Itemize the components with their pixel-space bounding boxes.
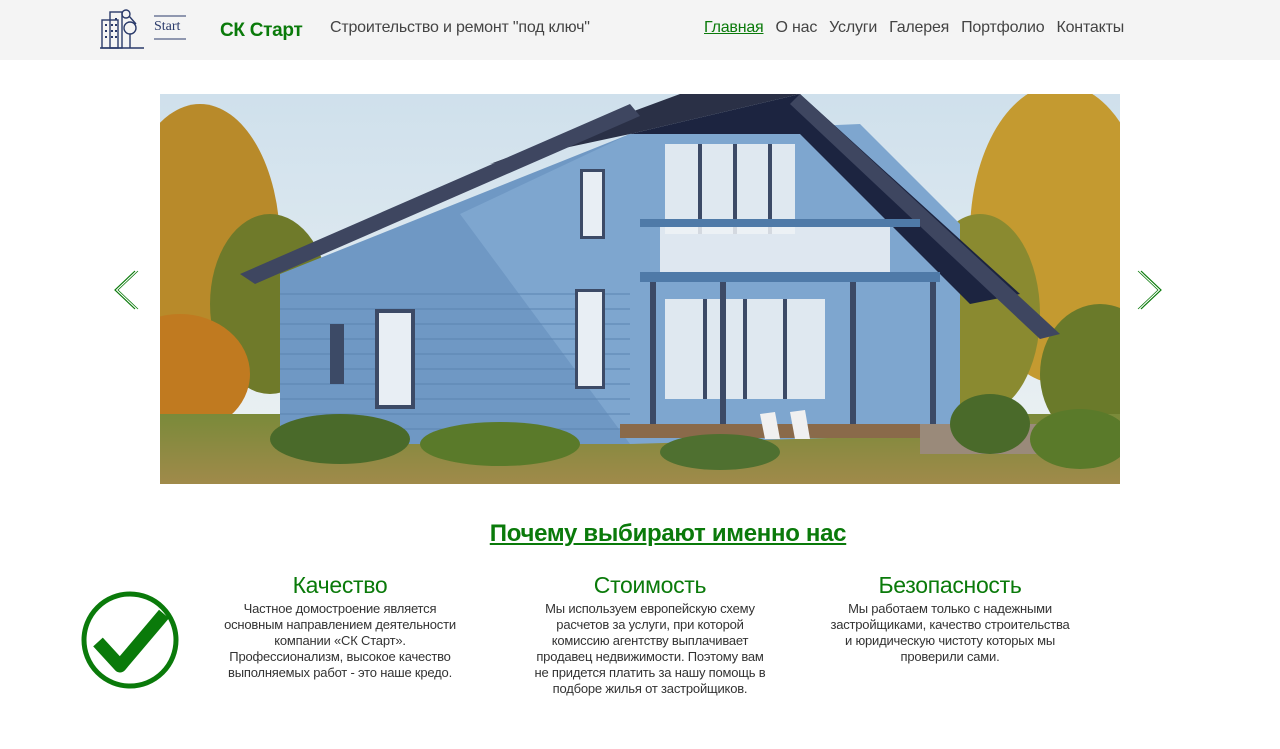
feature-title: Стоимость bbox=[593, 572, 707, 598]
logo[interactable]: Start bbox=[100, 6, 190, 52]
feature-cost: Стоимость Мы используем европейскую схем… bbox=[530, 572, 770, 697]
nav-item-services[interactable]: Услуги bbox=[829, 19, 877, 37]
nav-item-gallery[interactable]: Галерея bbox=[889, 19, 949, 37]
nav-item-portfolio[interactable]: Портфолио bbox=[961, 19, 1045, 37]
chevron-left-icon[interactable] bbox=[113, 270, 139, 310]
feature-title: Качество bbox=[292, 572, 388, 598]
hero-slider[interactable] bbox=[160, 94, 1120, 484]
feature-quality: Качество Частное домостроение является о… bbox=[220, 572, 460, 681]
brand-name[interactable]: СК Старт bbox=[220, 20, 303, 42]
feature-title: Безопасность bbox=[878, 572, 1022, 598]
tagline: Строительство и ремонт "под ключ" bbox=[330, 19, 590, 36]
logo-text: Start bbox=[154, 19, 181, 34]
nav-item-home[interactable]: Главная bbox=[704, 19, 764, 37]
house-photo bbox=[160, 94, 1120, 484]
feature-text: Частное домостроение является основным н… bbox=[224, 601, 456, 680]
feature-text: Мы работаем только с надежными застройщи… bbox=[830, 601, 1070, 664]
main-nav: Главная О нас Услуги Галерея Портфолио К… bbox=[704, 19, 1124, 37]
feature-text: Мы используем европейскую схему расчетов… bbox=[534, 601, 766, 696]
section-title[interactable]: Почему выбирают именно нас bbox=[0, 520, 1280, 548]
chevron-right-icon[interactable] bbox=[1137, 270, 1163, 310]
nav-item-about[interactable]: О нас bbox=[776, 19, 818, 37]
checkmark-circle-icon bbox=[81, 591, 179, 689]
feature-security: Безопасность Мы работаем только с надежн… bbox=[830, 572, 1070, 665]
site-header: Start СК Старт Строительство и ремонт "п… bbox=[0, 0, 1280, 60]
nav-item-contacts[interactable]: Контакты bbox=[1056, 19, 1124, 37]
